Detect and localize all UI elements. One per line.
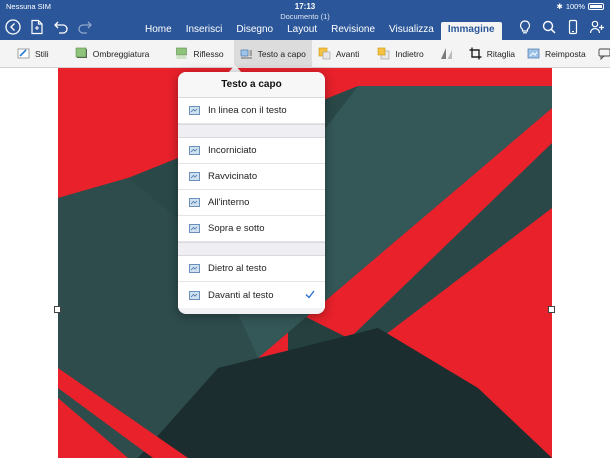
crop-button[interactable]: Ritaglia bbox=[463, 40, 521, 68]
shadow-icon bbox=[75, 47, 87, 58]
bring-forward-icon bbox=[318, 47, 331, 60]
redo-icon bbox=[78, 21, 92, 34]
tab-inserisci[interactable]: Inserisci bbox=[179, 22, 230, 40]
bring-forward-button[interactable]: Avanti bbox=[312, 40, 365, 68]
crop-label: Ritaglia bbox=[486, 48, 516, 59]
popover-section-gap bbox=[178, 124, 325, 138]
wrap-option-behind-text[interactable]: Dietro al testo bbox=[178, 256, 325, 282]
reflection-icon bbox=[176, 47, 188, 59]
device-view-button[interactable] bbox=[564, 18, 582, 36]
title-bar: Nessuna SIM 17:13 ✱ 100% Documento (1) H… bbox=[0, 0, 610, 40]
tight-wrap-icon bbox=[189, 172, 200, 181]
battery-status: ✱ 100% bbox=[557, 2, 604, 11]
wrap-option-label: Dietro al testo bbox=[208, 263, 267, 274]
wrap-option-label: In linea con il testo bbox=[208, 105, 287, 116]
in-front-text-icon bbox=[189, 290, 200, 300]
back-button[interactable] bbox=[4, 18, 22, 36]
reflection-label: Riflesso bbox=[193, 48, 224, 59]
wrap-text-label: Testo a capo bbox=[257, 48, 306, 59]
wrap-option-label: Incorniciato bbox=[208, 145, 257, 156]
right-resize-handle[interactable] bbox=[548, 306, 555, 313]
wrap-text-icon bbox=[240, 49, 252, 59]
reset-label: Reimposta bbox=[545, 48, 586, 59]
send-backward-label: Indietro bbox=[395, 48, 424, 59]
battery-percent: 100% bbox=[565, 2, 585, 11]
rotate-icon bbox=[440, 48, 452, 59]
through-wrap-icon bbox=[189, 198, 200, 207]
wrap-option-top-bottom[interactable]: Sopra e sotto bbox=[178, 216, 325, 242]
tab-revisione[interactable]: Revisione bbox=[324, 22, 382, 40]
styles-label: Stili bbox=[35, 48, 49, 59]
wrap-option-tight[interactable]: Ravvicinato bbox=[178, 164, 325, 190]
reflection-button[interactable]: Riflesso bbox=[169, 40, 229, 68]
wrap-option-label: Davanti al testo bbox=[208, 289, 274, 301]
wrap-text-button[interactable]: Testo a capo bbox=[233, 39, 312, 68]
left-resize-handle[interactable] bbox=[54, 306, 61, 313]
comments-button[interactable] bbox=[592, 40, 610, 68]
bring-forward-label: Avanti bbox=[335, 48, 360, 59]
clock: 17:13 bbox=[294, 2, 316, 11]
send-backward-icon bbox=[378, 47, 390, 60]
image-ribbon: Stili Ombreggiatura Riflesso Testo a cap… bbox=[0, 39, 610, 68]
word-app: Nessuna SIM 17:13 ✱ 100% Documento (1) H… bbox=[0, 0, 610, 458]
wrap-option-square[interactable]: Incorniciato bbox=[178, 138, 325, 164]
undo-button[interactable] bbox=[52, 18, 70, 36]
add-person-icon bbox=[589, 20, 604, 34]
wrap-option-label: Ravvicinato bbox=[208, 171, 258, 182]
popover-section-gap bbox=[178, 242, 325, 256]
tab-visualizza[interactable]: Visualizza bbox=[382, 22, 441, 40]
wrap-option-in-front-of-text[interactable]: Davanti al testo bbox=[178, 282, 325, 308]
rotate-button[interactable] bbox=[434, 40, 459, 68]
top-bottom-wrap-icon bbox=[189, 224, 200, 233]
share-button[interactable] bbox=[588, 18, 606, 36]
back-arrow-icon bbox=[5, 19, 21, 35]
send-backward-button[interactable]: Indietro bbox=[371, 40, 429, 68]
tab-layout[interactable]: Layout bbox=[280, 22, 324, 40]
wrap-option-through[interactable]: All'interno bbox=[178, 190, 325, 216]
tab-disegno[interactable]: Disegno bbox=[229, 22, 280, 40]
behind-text-icon bbox=[189, 264, 200, 273]
file-button[interactable] bbox=[28, 18, 46, 36]
crop-icon bbox=[469, 47, 482, 60]
battery-icon bbox=[588, 3, 604, 10]
shadow-label: Ombreggiatura bbox=[92, 48, 150, 59]
popover-title: Testo a capo bbox=[178, 72, 325, 98]
square-wrap-icon bbox=[189, 146, 200, 155]
reset-picture-icon bbox=[527, 48, 540, 59]
brush-icon bbox=[17, 48, 30, 59]
tab-immagine[interactable]: Immagine bbox=[440, 22, 502, 40]
wrap-option-label: All'interno bbox=[208, 197, 250, 208]
reset-button[interactable]: Reimposta bbox=[521, 40, 592, 68]
bluetooth-icon: ✱ bbox=[556, 2, 563, 11]
wrap-text-popover: Testo a capo In linea con il testo Incor… bbox=[178, 72, 325, 314]
search-button[interactable] bbox=[540, 18, 558, 36]
wrap-option-label: Sopra e sotto bbox=[208, 223, 265, 234]
ribbon-tabs: Home Inserisci Disegno Layout Revisione … bbox=[138, 22, 502, 40]
phone-icon bbox=[568, 19, 578, 35]
lightbulb-icon bbox=[519, 20, 531, 34]
styles-button[interactable]: Stili bbox=[0, 40, 55, 68]
lightbulb-button[interactable] bbox=[516, 18, 534, 36]
checkmark-icon bbox=[305, 290, 315, 299]
inline-wrap-icon bbox=[189, 106, 200, 115]
tab-home[interactable]: Home bbox=[138, 22, 179, 40]
shadow-button[interactable]: Ombreggiatura bbox=[69, 40, 156, 68]
comment-icon bbox=[598, 48, 610, 60]
wrap-option-inline[interactable]: In linea con il testo bbox=[178, 98, 325, 124]
undo-icon bbox=[54, 21, 68, 34]
redo-button[interactable] bbox=[76, 18, 94, 36]
file-icon bbox=[31, 19, 43, 35]
search-icon bbox=[542, 20, 556, 34]
